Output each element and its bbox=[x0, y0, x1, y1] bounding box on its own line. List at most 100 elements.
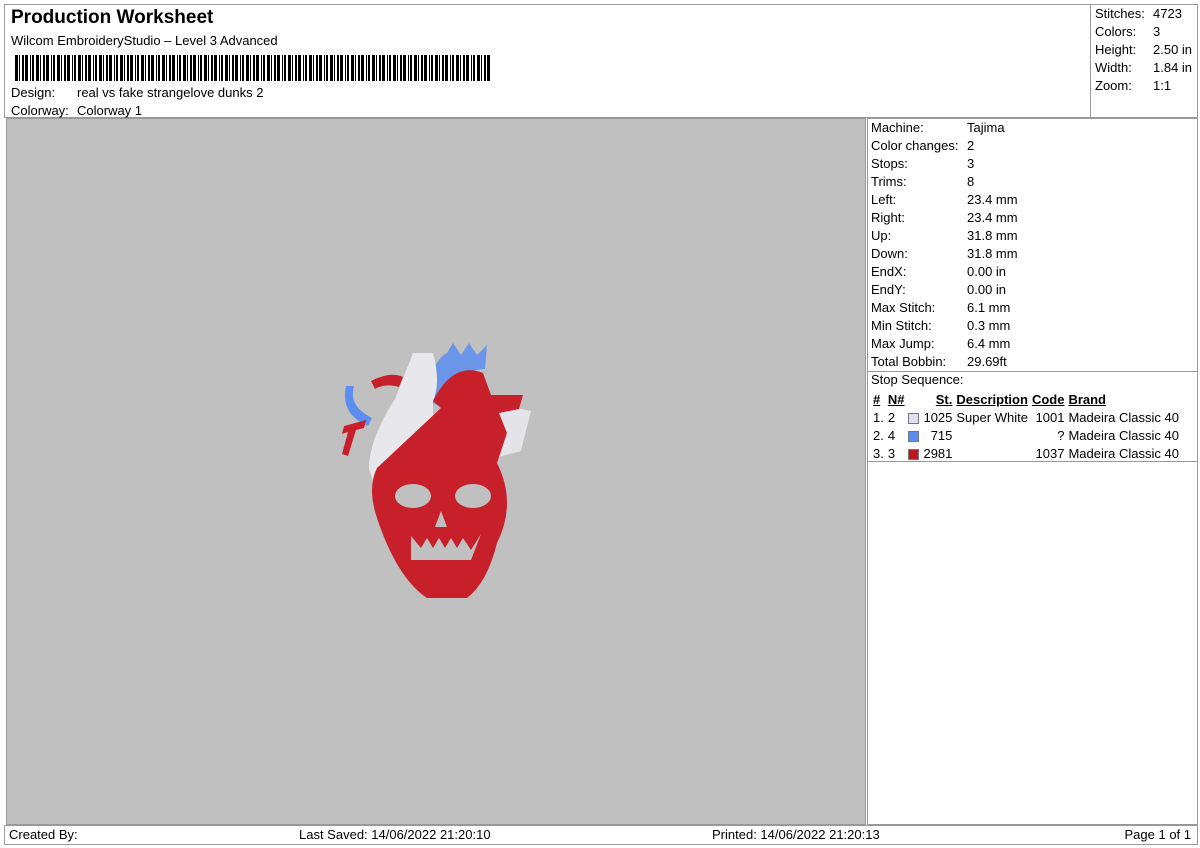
barcode-bar bbox=[211, 55, 213, 81]
barcode-bar bbox=[334, 55, 335, 81]
barcode-bar bbox=[387, 55, 388, 81]
barcode-bar bbox=[267, 55, 270, 81]
column-header: Description bbox=[956, 391, 1028, 407]
info-panel: Machine: Tajima Color changes: 2 Stops: 3 Trim… bbox=[867, 118, 1198, 825]
barcode-bar bbox=[179, 55, 181, 81]
barcode-bar bbox=[219, 55, 220, 81]
colorway-label: Colorway: bbox=[11, 103, 69, 118]
barcode-bar bbox=[214, 55, 217, 81]
barcode-bar bbox=[242, 55, 244, 81]
barcode-bar bbox=[127, 55, 129, 81]
table-row: 1. 2 1025 Super White 1001 Madeira Classic 40 bbox=[871, 408, 1181, 426]
barcode-bar bbox=[200, 55, 202, 81]
barcode-bar bbox=[103, 55, 104, 81]
stat-value: 31.8 mm bbox=[967, 246, 1018, 261]
stat-label: Color changes: bbox=[871, 138, 959, 153]
barcode-bar bbox=[442, 55, 444, 81]
stat-row: Left: 23.4 mm bbox=[871, 192, 1194, 210]
barcode-bar bbox=[183, 55, 186, 81]
barcode-bar bbox=[277, 55, 280, 81]
barcode-bar bbox=[232, 55, 234, 81]
barcode-bar bbox=[19, 55, 20, 81]
barcode-bar bbox=[32, 55, 34, 81]
barcode-bar bbox=[473, 55, 475, 81]
stitch-count: 1025 bbox=[923, 409, 953, 425]
barcode-bar bbox=[151, 55, 154, 81]
barcode-bar bbox=[361, 55, 364, 81]
thread-description: Super White bbox=[956, 409, 1028, 425]
stop-num: 1. bbox=[873, 409, 884, 425]
barcode-bar bbox=[481, 55, 482, 81]
stat-label: EndY: bbox=[871, 282, 906, 297]
stat-row: Zoom: 1:1 bbox=[1095, 78, 1194, 96]
barcode-bar bbox=[124, 55, 125, 81]
barcode-bar bbox=[439, 55, 440, 81]
stat-row: Colors: 3 bbox=[1095, 24, 1194, 42]
barcode-bar bbox=[410, 55, 412, 81]
barcode-bar bbox=[466, 55, 469, 81]
barcode-bar bbox=[298, 55, 301, 81]
barcode-bar bbox=[471, 55, 472, 81]
stat-label: Machine: bbox=[871, 120, 924, 135]
barcode-bar bbox=[221, 55, 223, 81]
thread-code: 1001 bbox=[1035, 409, 1065, 425]
barcode-bar bbox=[250, 55, 251, 81]
design-row: Design: real vs fake strangelove dunks 2 bbox=[11, 85, 263, 100]
stat-value: 31.8 mm bbox=[967, 228, 1018, 243]
barcode-bar bbox=[345, 55, 346, 81]
stat-label: Zoom: bbox=[1095, 78, 1132, 93]
barcode-bar bbox=[313, 55, 314, 81]
color-swatch bbox=[906, 426, 921, 444]
barcode-bar bbox=[85, 55, 87, 81]
stat-row: Width: 1.84 in bbox=[1095, 60, 1194, 78]
barcode-bar bbox=[450, 55, 451, 81]
design-stats: Stitches: 4723 Colors: 3 Height: 2.50 in Width… bbox=[1090, 4, 1198, 118]
stitch-count: 2981 bbox=[923, 445, 953, 461]
column-header: Brand bbox=[1068, 391, 1106, 407]
stat-row: Total Bobbin: 29.69ft bbox=[871, 354, 1194, 372]
stop-sequence-table: # N# St. Description Code Brand 1. 2 1025 Super … bbox=[871, 390, 1181, 462]
barcode-bar bbox=[82, 55, 83, 81]
barcode-bar bbox=[316, 55, 318, 81]
barcode-bar bbox=[156, 55, 157, 81]
stat-row: Machine: Tajima bbox=[871, 120, 1194, 138]
barcode-bar bbox=[358, 55, 360, 81]
stat-row: Min Stitch: 0.3 mm bbox=[871, 318, 1194, 336]
printed-date: Printed: 14/06/2022 21:20:13 bbox=[712, 827, 880, 842]
stat-value: 3 bbox=[1153, 24, 1161, 39]
stat-label: Width: bbox=[1095, 60, 1132, 75]
stat-row: Down: 31.8 mm bbox=[871, 246, 1194, 264]
barcode-bar bbox=[148, 55, 150, 81]
barcode-bar bbox=[169, 55, 171, 81]
stat-value: 8 bbox=[967, 174, 975, 189]
stat-label: Right: bbox=[871, 210, 905, 225]
stop-sequence-title: Stop Sequence: bbox=[871, 372, 964, 387]
barcode bbox=[15, 55, 490, 81]
thread-code: 1037 bbox=[1035, 445, 1065, 461]
barcode-bar bbox=[288, 55, 291, 81]
barcode-bar bbox=[74, 55, 76, 81]
barcode-bar bbox=[51, 55, 52, 81]
barcode-bar bbox=[193, 55, 196, 81]
design-preview bbox=[6, 118, 866, 825]
barcode-bar bbox=[15, 55, 18, 81]
barcode-bar bbox=[187, 55, 188, 81]
barcode-bar bbox=[435, 55, 438, 81]
stat-row: Trims: 8 bbox=[871, 174, 1194, 192]
barcode-bar bbox=[106, 55, 108, 81]
stat-row: Color changes: 2 bbox=[871, 138, 1194, 156]
barcode-bar bbox=[190, 55, 192, 81]
stop-sequence: Stop Sequence: # N# St. Description Code Bran… bbox=[868, 371, 1197, 462]
page-title: Production Worksheet bbox=[11, 7, 214, 28]
stat-value: Tajima bbox=[967, 120, 1005, 135]
barcode-bar bbox=[116, 55, 118, 81]
barcode-bar bbox=[72, 55, 73, 81]
stat-label: Stops: bbox=[871, 156, 908, 171]
barcode-bar bbox=[114, 55, 115, 81]
barcode-bar bbox=[177, 55, 178, 81]
barcode-bar bbox=[337, 55, 339, 81]
barcode-bar bbox=[99, 55, 102, 81]
stat-row: Max Stitch: 6.1 mm bbox=[871, 300, 1194, 318]
barcode-bar bbox=[292, 55, 293, 81]
barcode-bar bbox=[172, 55, 175, 81]
